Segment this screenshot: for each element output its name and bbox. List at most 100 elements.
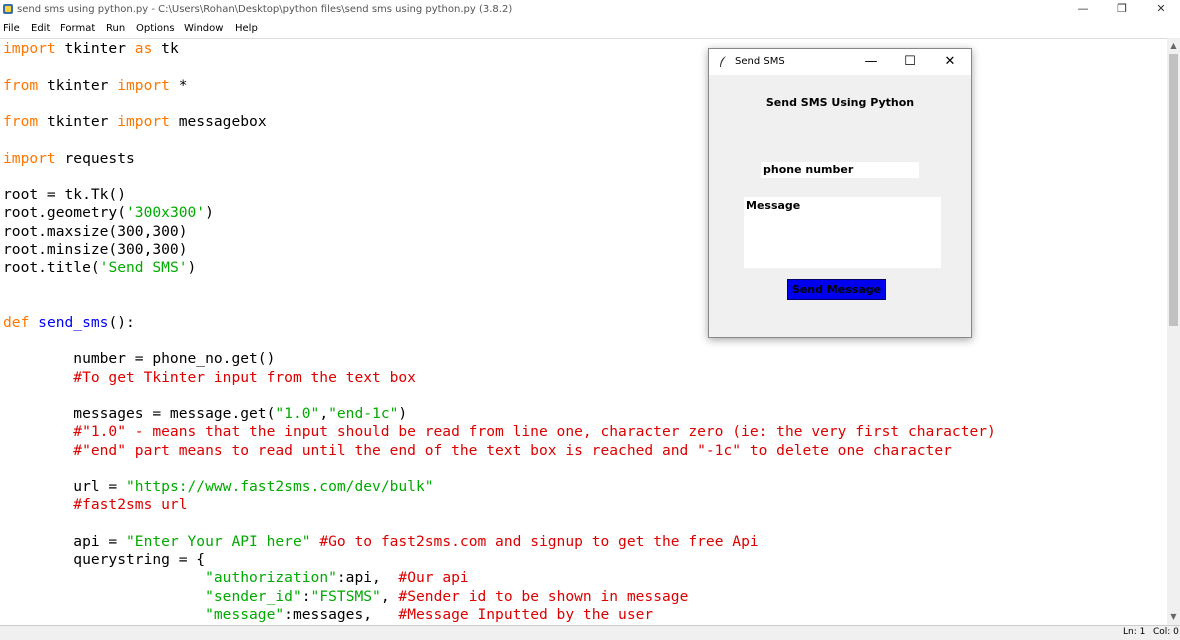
code-line: root.minsize(300,300) (3, 241, 188, 259)
window-titlebar: send sms using python.py - C:\Users\Roha… (0, 0, 1180, 20)
code-token: messages = message.get( (3, 405, 276, 422)
code-line: number = phone_no.get() (3, 350, 275, 368)
code-line: url = "https://www.fast2sms.com/dev/bulk… (3, 478, 434, 496)
phone-number-input[interactable]: phone number (761, 162, 919, 178)
code-token: #Message Inputted by the user (398, 605, 654, 623)
status-bar: Ln: 1 Col: 0 (0, 625, 1180, 640)
code-line: from tkinter import messagebox (3, 113, 267, 131)
code-token: * (169, 76, 188, 94)
menu-edit[interactable]: Edit (31, 23, 50, 34)
status-line: Ln: 1 (1123, 627, 1146, 637)
code-token: (): (108, 313, 135, 331)
code-line: #fast2sms url (3, 496, 188, 514)
vertical-scrollbar[interactable]: ▲ ▼ (1167, 38, 1180, 625)
code-line: #To get Tkinter input from the text box (3, 369, 416, 387)
code-line: "message":messages, #Message Inputted by… (3, 606, 653, 624)
code-token: "Enter Your API here" (126, 532, 311, 550)
code-line: root.geometry('300x300') (3, 204, 214, 222)
code-token: #fast2sms url (3, 496, 188, 514)
code-line: import requests (3, 150, 135, 168)
code-token: number = phone_no.get() (3, 350, 276, 368)
code-line: #"1.0" - means that the input should be … (3, 423, 996, 441)
menu-format[interactable]: Format (60, 23, 95, 34)
code-token: "sender_id" (205, 587, 302, 605)
code-token: as (134, 40, 153, 57)
code-token: ) (187, 259, 197, 276)
code-token: requests (55, 149, 135, 167)
tk-close-button[interactable]: ✕ (931, 49, 969, 75)
feather-icon (720, 56, 726, 67)
code-token: tkinter (55, 40, 135, 57)
app-heading: Send SMS Using Python (765, 96, 915, 109)
code-token: #To get Tkinter input from the text box (3, 368, 416, 386)
window-title: send sms using python.py - C:\Users\Roha… (17, 4, 513, 15)
code-token: from (3, 76, 39, 94)
code-token: :api, (336, 569, 399, 587)
code-editor[interactable]: import tkinter as tk from tkinter import … (0, 38, 1167, 626)
menu-options[interactable]: Options (136, 23, 175, 34)
code-token: send_sms (38, 313, 109, 331)
code-token: api = (3, 532, 127, 550)
code-token: tkinter (38, 113, 118, 130)
menu-run[interactable]: Run (106, 23, 125, 34)
code-token: ) (398, 405, 408, 422)
code-token: root.geometry( (3, 204, 127, 222)
code-line: api = "Enter Your API here" #Go to fast2… (3, 532, 759, 551)
code-token: root.title( (3, 259, 100, 276)
code-token: : (301, 587, 311, 605)
code-token: root.maxsize(300,300) (3, 222, 188, 240)
code-token: def (3, 313, 30, 331)
code-token: root.minsize(300,300) (3, 240, 188, 258)
code-token: ) (205, 204, 214, 222)
code-token: "1.0" (275, 405, 320, 422)
message-textarea[interactable]: Message (744, 197, 941, 268)
code-line: #"end" part means to read until the end … (3, 442, 952, 460)
code-token: "message" (205, 605, 285, 623)
code-token: import (117, 76, 170, 94)
scroll-up-arrow-icon[interactable]: ▲ (1167, 38, 1180, 54)
code-line: root = tk.Tk() (3, 186, 126, 204)
status-column: Col: 0 (1153, 627, 1179, 637)
menu-help[interactable]: Help (235, 23, 258, 34)
code-token: 'Send SMS' (99, 259, 188, 276)
code-token: '300x300' (126, 204, 206, 222)
code-line: messages = message.get("1.0","end-1c") (3, 405, 407, 423)
code-line: "authorization":api, #Our api (3, 569, 469, 587)
code-token: import (117, 113, 170, 130)
menu-bar: File Edit Format Run Options Window Help (0, 20, 1180, 38)
code-token: #Our api (398, 569, 469, 587)
scroll-thumb[interactable] (1169, 54, 1178, 326)
code-line: from tkinter import * (3, 77, 188, 95)
menu-window[interactable]: Window (184, 23, 223, 34)
scroll-down-arrow-icon[interactable]: ▼ (1167, 609, 1180, 625)
code-token: #Go to fast2sms.com and signup to get th… (319, 532, 759, 550)
code-line: root.maxsize(300,300) (3, 223, 188, 241)
code-token: import (3, 149, 56, 167)
minimize-button[interactable]: — (1065, 0, 1101, 20)
code-token: tkinter (38, 76, 118, 94)
code-token: :messages, (284, 605, 399, 623)
code-token: "FSTSMS" (310, 587, 381, 605)
code-token: "https://www.fast2sms.com/dev/bulk" (126, 478, 434, 495)
code-token: #"end" part means to read until the end … (3, 441, 952, 459)
tk-minimize-button[interactable]: — (852, 49, 890, 75)
code-token: messagebox (169, 113, 267, 130)
menu-file[interactable]: File (3, 23, 20, 34)
code-token: from (3, 113, 39, 130)
code-token: import (3, 40, 56, 57)
maximize-button[interactable]: ❐ (1104, 0, 1140, 20)
code-token: , (319, 405, 329, 422)
close-button[interactable]: ✕ (1143, 0, 1179, 20)
send-message-button[interactable]: Send Message (787, 279, 886, 300)
send-sms-titlebar: Send SMS — ☐ ✕ (709, 49, 971, 75)
code-token: , (380, 587, 399, 605)
code-line: import tkinter as tk (3, 40, 179, 58)
tk-maximize-button[interactable]: ☐ (891, 49, 929, 75)
send-sms-window-title: Send SMS (735, 56, 785, 67)
send-sms-window: Send SMS — ☐ ✕ Send SMS Using Python pho… (708, 48, 972, 338)
